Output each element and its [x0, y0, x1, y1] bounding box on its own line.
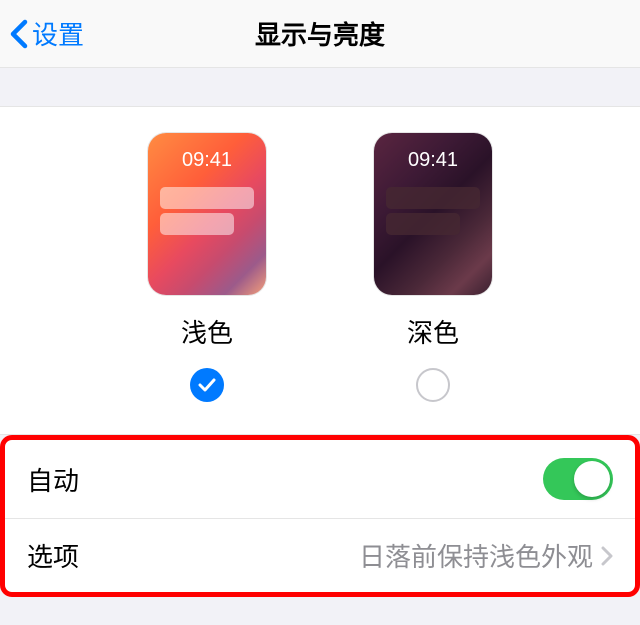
appearance-section: 09:41 浅色 09:41 深色	[0, 106, 640, 435]
preview-time-dark: 09:41	[408, 149, 458, 172]
dark-label: 深色	[407, 313, 459, 350]
preview-widget	[160, 187, 254, 209]
checkmark-icon	[198, 378, 216, 392]
back-button[interactable]: 设置	[0, 15, 84, 52]
options-value: 日落前保持浅色外观	[359, 537, 593, 574]
page-title: 显示与亮度	[255, 15, 385, 52]
chevron-right-icon	[601, 546, 613, 566]
automatic-row: 自动	[5, 440, 635, 518]
preview-time-light: 09:41	[182, 149, 232, 172]
radio-unselected[interactable]	[416, 368, 450, 402]
automatic-toggle[interactable]	[543, 458, 613, 500]
light-preview-thumbnail: 09:41	[148, 133, 266, 295]
appearance-option-light[interactable]: 09:41 浅色	[148, 133, 266, 402]
radio-selected[interactable]	[190, 368, 224, 402]
toggle-knob	[574, 461, 610, 497]
options-row[interactable]: 选项 日落前保持浅色外观	[5, 518, 635, 592]
preview-widget	[386, 187, 480, 209]
automatic-label: 自动	[27, 461, 79, 498]
options-value-group: 日落前保持浅色外观	[359, 537, 613, 574]
back-label: 设置	[32, 15, 84, 52]
preview-widget	[386, 213, 460, 235]
navigation-bar: 设置 显示与亮度	[0, 0, 640, 68]
chevron-left-icon	[10, 19, 28, 49]
light-label: 浅色	[181, 313, 233, 350]
appearance-option-dark[interactable]: 09:41 深色	[374, 133, 492, 402]
options-label: 选项	[27, 537, 79, 574]
dark-preview-thumbnail: 09:41	[374, 133, 492, 295]
highlighted-settings-group: 自动 选项 日落前保持浅色外观	[0, 435, 640, 597]
preview-widget	[160, 213, 234, 235]
